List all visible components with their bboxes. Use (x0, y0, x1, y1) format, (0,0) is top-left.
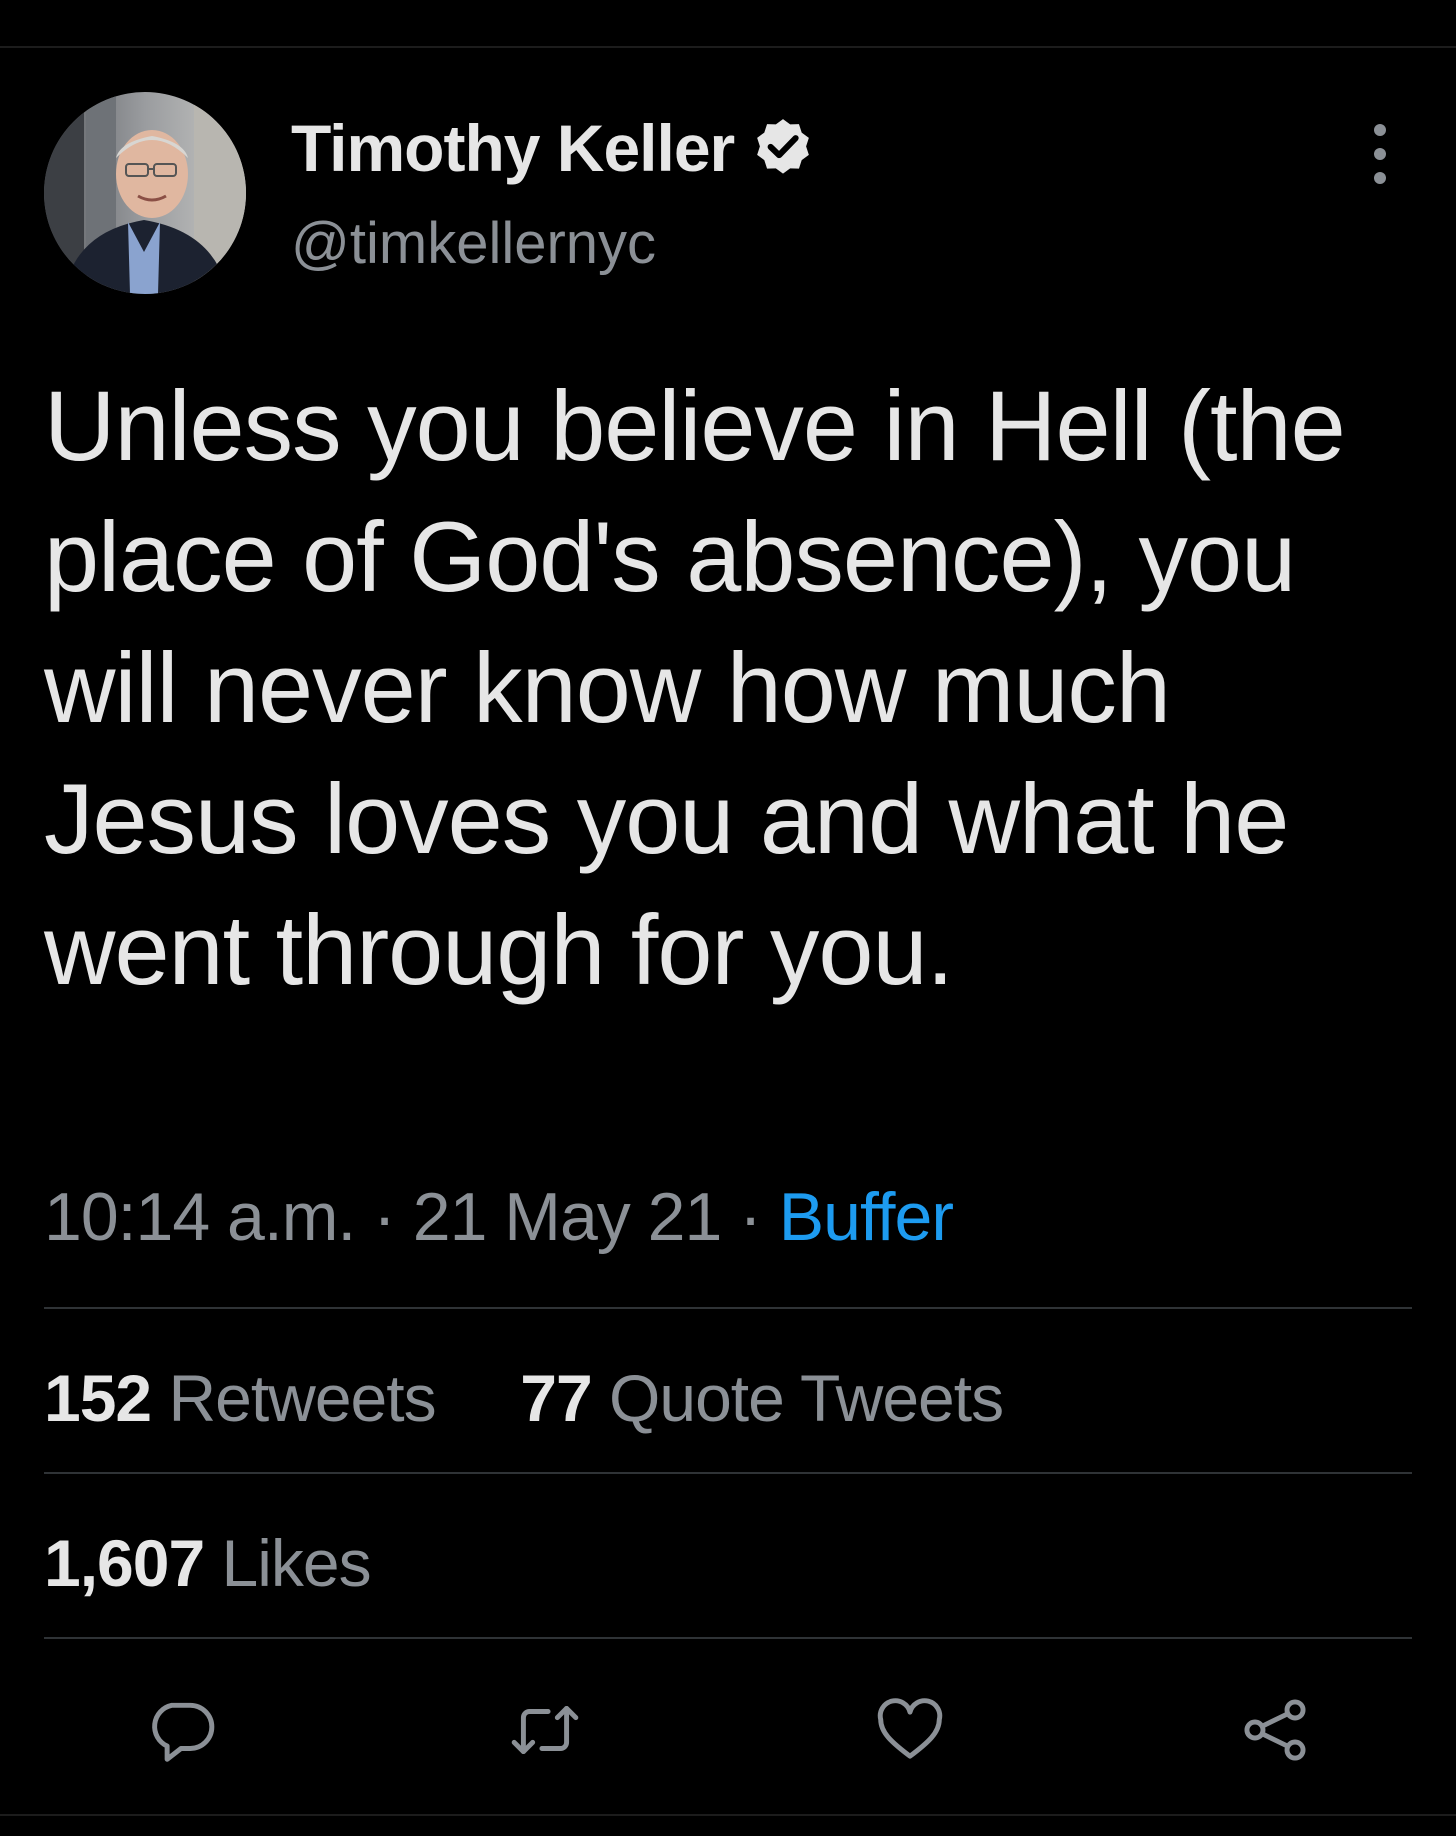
quotes-label: Quote Tweets (609, 1361, 1004, 1435)
reply-button[interactable] (136, 1680, 226, 1780)
divider (44, 1637, 1412, 1639)
meta-separator: · (739, 1179, 762, 1255)
top-divider (0, 46, 1456, 48)
quotes-count: 77 (520, 1361, 592, 1435)
verified-badge-icon (757, 119, 810, 174)
likes-stats-row: 1,607 Likes (44, 1525, 372, 1601)
retweets-stat[interactable]: 152 Retweets (44, 1361, 453, 1435)
quotes-stat[interactable]: 77 Quote Tweets (503, 1361, 1004, 1435)
tweet-text: Unless you believe in Hell (the place of… (44, 370, 1346, 1005)
like-icon (877, 1698, 943, 1759)
share-icon (1244, 1699, 1306, 1761)
retweet-button[interactable] (500, 1680, 590, 1780)
more-options-icon[interactable] (1360, 124, 1400, 184)
likes-stat[interactable]: 1,607 Likes (44, 1526, 372, 1600)
likes-count: 1,607 (44, 1526, 205, 1600)
tweet-source-link[interactable]: Buffer (779, 1179, 954, 1255)
retweets-label: Retweets (168, 1361, 436, 1435)
divider (44, 1307, 1412, 1309)
avatar[interactable] (44, 92, 246, 294)
author-handle[interactable]: @timkellernyc (291, 210, 656, 277)
reply-icon (152, 1702, 215, 1762)
share-button[interactable] (1230, 1680, 1320, 1780)
likes-label: Likes (221, 1526, 372, 1600)
share-stats-row: 152 Retweets 77 Quote Tweets (44, 1360, 1004, 1436)
retweets-count: 152 (44, 1361, 152, 1435)
display-name[interactable]: Timothy Keller (291, 110, 735, 186)
divider (44, 1472, 1412, 1474)
author-name-row[interactable]: Timothy Keller (291, 108, 816, 188)
tweet-meta: 10:14 a.m. · 21 May 21 · Buffer (44, 1178, 954, 1256)
tweet-actions-bar (0, 1680, 1456, 1780)
tweet-time[interactable]: 10:14 a.m. (44, 1179, 356, 1255)
retweet-icon (511, 1705, 579, 1755)
meta-separator: · (373, 1179, 396, 1255)
bottom-divider (0, 1814, 1456, 1816)
like-button[interactable] (865, 1680, 955, 1780)
tweet-date[interactable]: 21 May 21 (413, 1179, 723, 1255)
